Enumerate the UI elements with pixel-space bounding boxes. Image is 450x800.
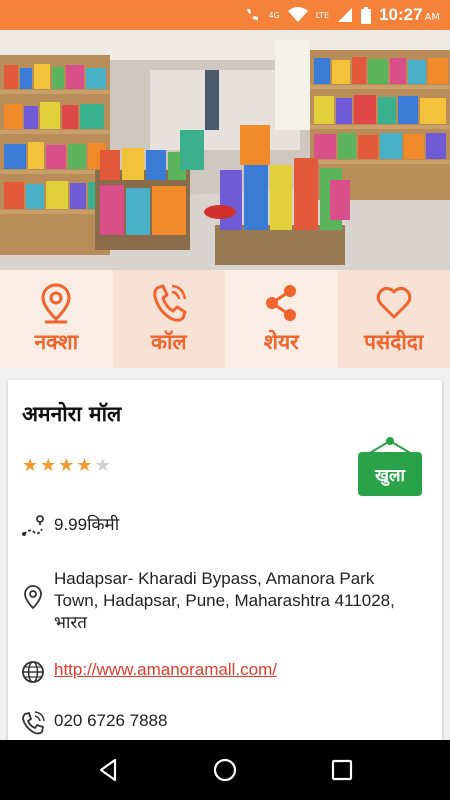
call-button[interactable]: कॉल (112, 270, 225, 368)
favorite-button-label: पसंदीदा (364, 330, 424, 354)
home-button[interactable] (205, 750, 245, 790)
share-button[interactable]: शेयर (225, 270, 338, 368)
action-bar: नक्शा कॉल शेयर पसंदीदा (0, 270, 450, 368)
open-status-label: खुला (358, 452, 422, 496)
clock-ampm: AM (424, 12, 440, 23)
phone-number[interactable]: 020 6726 7888 (54, 710, 167, 732)
map-button[interactable]: नक्शा (0, 270, 113, 368)
store-photo (0, 30, 450, 270)
wifi-icon (287, 7, 308, 22)
clock-time: 10:27 (379, 5, 423, 24)
system-nav-bar (0, 740, 450, 800)
distance-row: 9.99किमी (20, 514, 119, 540)
back-triangle-icon (100, 758, 117, 782)
phone-signal-icon (247, 9, 259, 21)
address-line-3: भारत (54, 613, 87, 632)
map-pin-icon (41, 283, 71, 324)
rating-stars: ★ ★ ★ ★ ★ (22, 456, 111, 476)
star-filled-icon: ★ (76, 455, 93, 476)
phone-icon (153, 284, 187, 322)
call-button-label: कॉल (150, 330, 187, 354)
network-type-label: 4G (268, 10, 280, 20)
status-bar: 4G LTE 10:27 AM (0, 0, 450, 30)
battery-icon (361, 6, 372, 24)
star-filled-icon: ★ (22, 455, 39, 476)
location-pin-icon (24, 585, 42, 610)
website-link[interactable]: http://www.amanoramall.com/ (54, 659, 277, 681)
share-icon (266, 285, 297, 321)
place-name: अमनोरा मॉल (22, 402, 122, 426)
recents-button[interactable] (322, 750, 362, 790)
favorite-button[interactable]: पसंदीदा (337, 270, 450, 368)
phone-call-icon (22, 711, 45, 735)
home-circle-icon (213, 758, 237, 782)
lte-label: LTE (315, 10, 330, 20)
star-filled-icon: ★ (58, 455, 75, 476)
place-info-card: अमनोरा मॉल ★ ★ ★ ★ ★ खुला 9.99किमी Hadap… (8, 380, 442, 760)
star-empty-icon: ★ (94, 455, 111, 476)
globe-icon (22, 661, 44, 683)
phone-row: 020 6726 7888 (20, 710, 167, 736)
store-photo-illustration (0, 30, 450, 270)
recents-square-icon (331, 759, 352, 781)
cell-signal-icon (338, 8, 353, 22)
share-button-label: शेयर (263, 330, 299, 354)
address-row: Hadapsar- Kharadi Bypass, Amanora Park T… (20, 568, 395, 634)
website-row: http://www.amanoramall.com/ (20, 659, 277, 685)
address-line-1: Hadapsar- Kharadi Bypass, Amanora Park (54, 569, 375, 588)
address-text: Hadapsar- Kharadi Bypass, Amanora Park T… (54, 568, 395, 634)
heart-icon (376, 286, 411, 319)
back-button[interactable] (88, 750, 128, 790)
route-distance-icon (22, 515, 44, 536)
open-status-sign: खुला (356, 436, 424, 500)
address-line-2: Town, Hadapsar, Pune, Maharashtra 411028… (54, 591, 395, 610)
star-filled-icon: ★ (40, 455, 57, 476)
distance-text: 9.99किमी (54, 515, 120, 534)
map-button-label: नक्शा (34, 330, 79, 354)
